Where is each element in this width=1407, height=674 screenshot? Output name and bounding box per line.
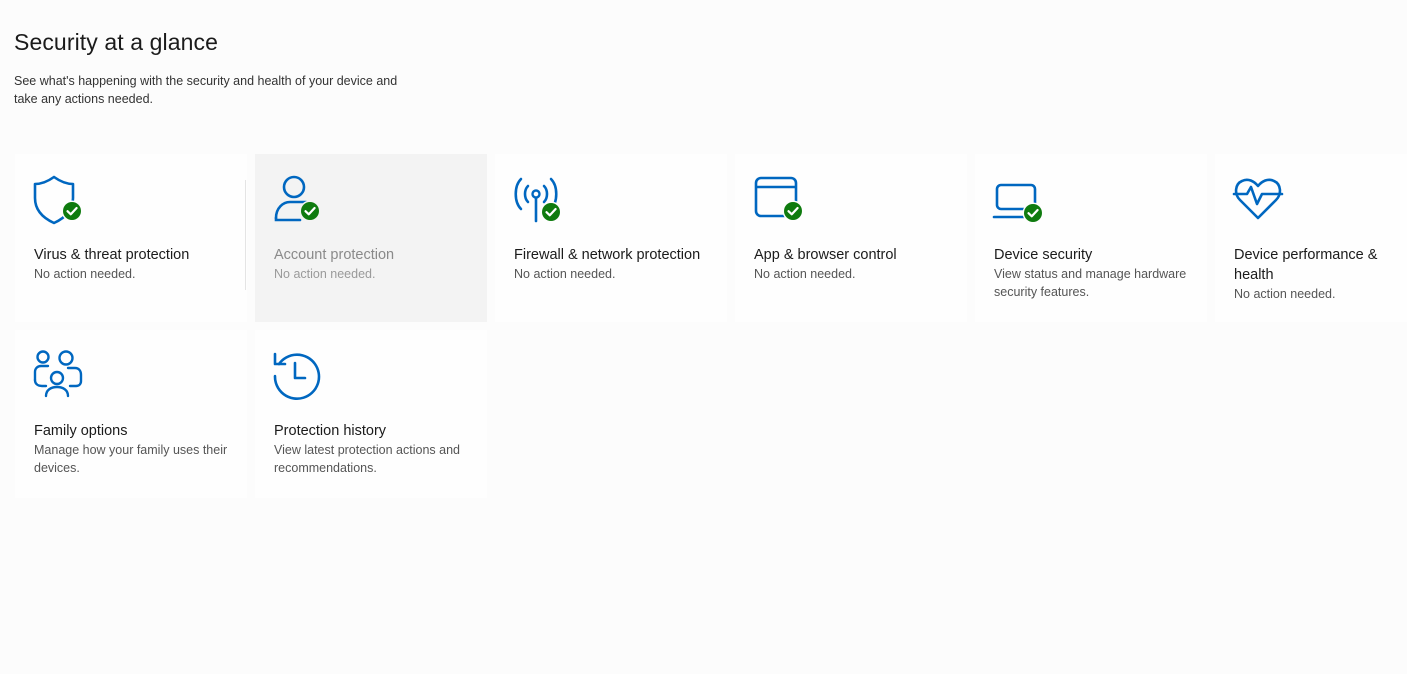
person-icon <box>272 174 328 226</box>
heart-pulse-icon <box>1232 174 1288 226</box>
tile-firewall-network-protection[interactable]: Firewall & network protection No action … <box>495 154 727 322</box>
tile-text: App & browser control No action needed. <box>754 245 959 283</box>
tile-app-browser-control[interactable]: App & browser control No action needed. <box>735 154 967 322</box>
tile-description: View latest protection actions and recom… <box>274 443 460 475</box>
tile-title: Device security <box>994 247 1093 263</box>
tile-device-security[interactable]: Device security View status and manage h… <box>975 154 1207 322</box>
tile-text: Firewall & network protection No action … <box>514 245 719 283</box>
tile-text: Account protection No action needed. <box>274 245 479 283</box>
tile-title: Family options <box>34 423 128 439</box>
tile-text: Device security View status and manage h… <box>994 245 1199 301</box>
tile-description: No action needed. <box>34 267 136 281</box>
tile-text: Device performance & health No action ne… <box>1234 245 1404 303</box>
tile-family-options[interactable]: Family options Manage how your family us… <box>15 330 247 498</box>
tile-description: No action needed. <box>274 267 376 281</box>
history-clock-icon <box>272 350 328 402</box>
shield-icon <box>32 174 88 226</box>
tile-description: No action needed. <box>514 267 616 281</box>
tile-title: Device performance & health <box>1234 247 1378 283</box>
tile-title: Protection history <box>274 423 387 439</box>
tile-protection-history[interactable]: Protection history View latest protectio… <box>255 330 487 498</box>
tile-text: Protection history View latest protectio… <box>274 421 479 477</box>
family-icon <box>32 350 88 402</box>
tile-description: View status and manage hardware security… <box>994 267 1187 299</box>
tile-device-performance-health[interactable]: Device performance & health No action ne… <box>1215 154 1407 322</box>
tile-text: Virus & threat protection No action need… <box>34 245 239 283</box>
tile-description: No action needed. <box>1234 287 1336 301</box>
tile-text: Family options Manage how your family us… <box>34 421 239 477</box>
tile-divider <box>245 180 246 290</box>
tile-title: App & browser control <box>754 247 897 263</box>
page-title: Security at a glance <box>14 29 219 55</box>
antenna-icon <box>512 174 568 226</box>
security-at-a-glance-page: Security at a glance See what's happenin… <box>0 0 1407 674</box>
tile-title: Account protection <box>274 247 395 263</box>
tile-title: Virus & threat protection <box>34 247 190 263</box>
tile-account-protection[interactable]: Account protection No action needed. <box>255 154 487 322</box>
tile-virus-threat-protection[interactable]: Virus & threat protection No action need… <box>15 154 247 322</box>
laptop-icon <box>992 174 1048 226</box>
tile-description: Manage how your family uses their device… <box>34 443 228 475</box>
tile-title: Firewall & network protection <box>514 247 701 263</box>
tile-description: No action needed. <box>754 267 856 281</box>
page-subtitle: See what's happening with the security a… <box>14 74 398 106</box>
browser-window-icon <box>752 174 808 226</box>
